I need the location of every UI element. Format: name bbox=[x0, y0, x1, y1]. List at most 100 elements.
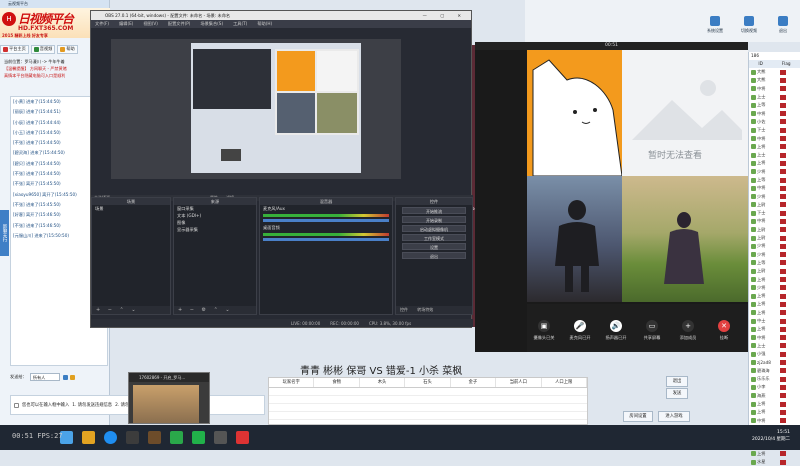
list-item[interactable]: 大熊 bbox=[749, 76, 800, 84]
menu-help[interactable]: 帮助(H) bbox=[257, 21, 272, 27]
source-item[interactable]: 文本 (GDI+) bbox=[174, 212, 256, 219]
source-item[interactable]: 图像 bbox=[174, 219, 256, 226]
list-item[interactable]: 下士 bbox=[749, 126, 800, 134]
mic-on-button[interactable]: 🎤 麦克风已开 bbox=[565, 320, 595, 341]
system-settings-button[interactable]: 系统设置 bbox=[703, 16, 727, 34]
list-item[interactable]: zj2ad8 bbox=[749, 358, 800, 366]
chat-app-icon[interactable] bbox=[170, 431, 183, 444]
list-item[interactable]: 小佐 bbox=[749, 118, 800, 126]
user-list[interactable]: 186 ID Flag 大熊 大熊 中将 上士 上等 中将 小佐 下士 中将 上将 上士 上将 少将 上等… bbox=[748, 52, 800, 465]
list-item[interactable]: 上尉 bbox=[749, 234, 800, 242]
checkbox-icon[interactable] bbox=[14, 402, 19, 408]
quit-room-button[interactable]: 退出 bbox=[666, 376, 688, 387]
list-item[interactable]: 少将 bbox=[749, 192, 800, 200]
studio-mode-button[interactable]: 工作室模式 bbox=[402, 234, 466, 241]
browser-icon[interactable] bbox=[104, 431, 117, 444]
list-item[interactable]: 上等 bbox=[749, 176, 800, 184]
list-item[interactable]: 上将 bbox=[749, 292, 800, 300]
list-item[interactable]: 中将 bbox=[749, 85, 800, 93]
list-item[interactable]: 上将 bbox=[749, 408, 800, 416]
nav-home-button[interactable]: 平台主页 bbox=[0, 44, 29, 54]
list-item[interactable]: 少将 bbox=[749, 242, 800, 250]
menu-view[interactable]: 视图(V) bbox=[143, 21, 158, 27]
logout-button[interactable]: 退出 bbox=[771, 16, 795, 34]
list-item[interactable]: 上将 bbox=[749, 309, 800, 317]
list-item[interactable]: 碧珠海 bbox=[749, 367, 800, 375]
virtual-camera-button[interactable]: 启动虚拟摄像机 bbox=[402, 225, 466, 232]
wechat-icon[interactable] bbox=[192, 431, 205, 444]
list-item[interactable]: 上将 bbox=[749, 400, 800, 408]
list-item[interactable]: 上将 bbox=[749, 325, 800, 333]
participant-video-1[interactable] bbox=[527, 176, 622, 302]
list-item[interactable]: 中将 bbox=[749, 184, 800, 192]
window-controls[interactable]: — ▢ ✕ bbox=[423, 11, 467, 20]
list-item[interactable]: 上士 bbox=[749, 151, 800, 159]
tab-transitions[interactable]: 转场特效 bbox=[417, 307, 433, 312]
send-target-select[interactable]: 所有人 bbox=[29, 373, 61, 381]
list-item[interactable]: 海燕 bbox=[749, 392, 800, 400]
nav-av-button[interactable]: 音视频 bbox=[30, 44, 56, 54]
settings-button[interactable]: 设置 bbox=[402, 243, 466, 250]
list-item[interactable]: 中将 bbox=[749, 217, 800, 225]
settings-icon[interactable] bbox=[214, 431, 227, 444]
volume-slider[interactable] bbox=[263, 238, 389, 241]
hangup-button[interactable]: ✕ 挂断 bbox=[709, 320, 739, 341]
list-item[interactable]: 小李 bbox=[749, 383, 800, 391]
participant-video-2[interactable] bbox=[622, 176, 748, 302]
room-settings-button[interactable]: 房间设置 bbox=[623, 411, 653, 422]
list-item[interactable]: 上等 bbox=[749, 259, 800, 267]
scenes-footer[interactable]: + − ⌃ ⌄ bbox=[92, 306, 170, 314]
list-item[interactable]: 上将 bbox=[749, 143, 800, 151]
list-item[interactable]: 乐乐乐 bbox=[749, 375, 800, 383]
list-item[interactable]: 中士 bbox=[749, 317, 800, 325]
menu-tools[interactable]: 工具(T) bbox=[233, 21, 247, 27]
game-icon[interactable] bbox=[148, 431, 161, 444]
list-item[interactable]: 上士 bbox=[749, 342, 800, 350]
scene-item[interactable]: 场景 bbox=[92, 205, 170, 212]
speaker-on-button[interactable]: 🔊 扬声器已开 bbox=[601, 320, 631, 341]
list-item[interactable]: 上尉 bbox=[749, 201, 800, 209]
source-item[interactable]: 窗口采集 bbox=[174, 205, 256, 212]
list-item[interactable]: 水星 bbox=[749, 458, 800, 466]
list-item[interactable]: 上等 bbox=[749, 101, 800, 109]
switch-video-button[interactable]: 切换视频 bbox=[737, 16, 761, 34]
menu-profile[interactable]: 配置文件(P) bbox=[168, 21, 191, 27]
obs-preview[interactable] bbox=[111, 39, 401, 179]
add-member-button[interactable]: + 添加成员 bbox=[673, 320, 703, 341]
list-item[interactable]: 上尉 bbox=[749, 267, 800, 275]
share-screen-button[interactable]: ▭ 共享屏幕 bbox=[637, 320, 667, 341]
list-item[interactable]: 上将 bbox=[749, 300, 800, 308]
enter-game-button[interactable]: 进入游戏 bbox=[658, 411, 690, 422]
send-button[interactable]: 发送 bbox=[666, 388, 688, 399]
start-streaming-button[interactable]: 开始推流 bbox=[402, 207, 466, 214]
list-item[interactable]: 上将 bbox=[749, 275, 800, 283]
list-item[interactable]: 中将 bbox=[749, 416, 800, 424]
list-item[interactable]: 少将 bbox=[749, 251, 800, 259]
menu-scene-collection[interactable]: 场景集合(S) bbox=[200, 21, 223, 27]
list-item[interactable]: 下士 bbox=[749, 209, 800, 217]
sidebar-tab[interactable]: 新聊天行 bbox=[0, 210, 9, 256]
list-item[interactable]: 中将 bbox=[749, 134, 800, 142]
start-recording-button[interactable]: 开始录制 bbox=[402, 216, 466, 223]
source-item[interactable]: 显示器采集 bbox=[174, 226, 256, 233]
volume-slider[interactable] bbox=[263, 219, 389, 222]
list-item[interactable]: 大熊 bbox=[749, 68, 800, 76]
font-icon[interactable] bbox=[63, 374, 69, 380]
list-item[interactable]: 上尉 bbox=[749, 226, 800, 234]
list-item[interactable]: 中将 bbox=[749, 334, 800, 342]
tab-controls[interactable]: 控件 bbox=[400, 307, 408, 312]
folder-icon[interactable] bbox=[82, 431, 95, 444]
nav-help-button[interactable]: 帮助 bbox=[57, 44, 78, 54]
taskbar-clock[interactable]: 15:51 2022/10/4 星期二 bbox=[752, 429, 790, 443]
list-item[interactable]: 少将 bbox=[749, 284, 800, 292]
menu-file[interactable]: 文件(F) bbox=[95, 21, 109, 27]
taskbar-thumbnail[interactable]: 17602869 - 开启_罗马... bbox=[128, 372, 210, 424]
cat-avatar-tile[interactable] bbox=[527, 50, 623, 177]
exit-button[interactable]: 退出 bbox=[402, 252, 466, 259]
list-item[interactable]: 上士 bbox=[749, 93, 800, 101]
list-item[interactable]: 上将 bbox=[749, 159, 800, 167]
sources-footer[interactable]: + − ⚙ ⌃ ⌄ bbox=[174, 306, 256, 314]
emoji-icon[interactable] bbox=[70, 374, 76, 380]
menu-edit[interactable]: 编辑(E) bbox=[119, 21, 133, 27]
list-item[interactable]: 中将 bbox=[749, 109, 800, 117]
